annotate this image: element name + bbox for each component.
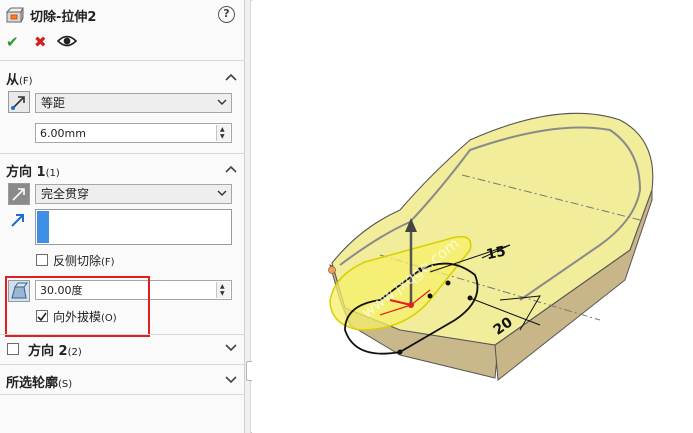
direction-selection-box[interactable]: [35, 209, 232, 245]
property-manager-panel: 切除-拉伸2 ? ✔ ✖ 从(F) 等距 6.00mm ▲ ▼ 方向 1(1) 完…: [0, 0, 245, 433]
spin-buttons[interactable]: ▲ ▼: [216, 282, 230, 298]
cut-extrude-icon: [6, 7, 24, 23]
chevron-up-icon[interactable]: [225, 163, 237, 175]
chevron-down-icon[interactable]: [225, 342, 237, 354]
separator: [0, 60, 245, 61]
feature-title: 切除-拉伸2: [30, 10, 97, 25]
model-view[interactable]: 15 20 www.jxqge.com: [252, 0, 693, 433]
end-condition-value: 完全贯穿: [41, 187, 90, 201]
reverse-direction-icon[interactable]: [8, 183, 30, 205]
sketch-point: [445, 280, 451, 286]
chevron-down-icon: [217, 99, 227, 105]
graphics-viewport[interactable]: 15 20 www.jxqge.com: [252, 0, 693, 433]
direction2-checkbox[interactable]: [7, 343, 19, 355]
help-button[interactable]: ?: [218, 6, 235, 23]
sketch-point: [427, 293, 433, 299]
start-condition-value: 等距: [41, 96, 66, 110]
cancel-button[interactable]: ✖: [34, 33, 47, 51]
offset-distance-input[interactable]: 6.00mm ▲ ▼: [35, 123, 232, 143]
start-condition-dropdown[interactable]: 等距: [35, 93, 232, 113]
end-condition-dropdown[interactable]: 完全贯穿: [35, 184, 232, 204]
chevron-up-icon[interactable]: [225, 71, 237, 83]
close-icon: ✖: [34, 33, 47, 51]
direction2-section-title[interactable]: 方向 2(2): [28, 340, 82, 359]
triad-origin: [408, 302, 414, 308]
separator: [0, 364, 245, 365]
separator: [0, 153, 245, 154]
highlight-annotation-box: [5, 276, 150, 337]
from-direction-icon[interactable]: [8, 91, 30, 113]
direction1-section-title[interactable]: 方向 1(1): [6, 161, 60, 180]
check-icon: ✔: [6, 33, 19, 51]
spin-buttons[interactable]: ▲ ▼: [216, 125, 230, 141]
origin-point: [328, 266, 336, 274]
direction-vector-icon: [11, 214, 24, 227]
ok-button[interactable]: ✔: [6, 33, 19, 51]
offset-distance-value: 6.00mm: [40, 127, 86, 140]
flip-side-checkbox[interactable]: [36, 254, 48, 266]
eye-icon[interactable]: [57, 33, 77, 49]
separator: [0, 334, 245, 335]
selected-contours-section-title[interactable]: 所选轮廓(S): [6, 372, 72, 391]
chevron-down-icon: [217, 190, 227, 196]
from-section-title[interactable]: 从(F): [6, 69, 33, 88]
sketch-point: [397, 349, 403, 355]
separator: [0, 394, 245, 395]
selection-highlight: [37, 211, 49, 243]
flip-side-label: 反侧切除(F): [53, 254, 115, 268]
chevron-down-icon[interactable]: [225, 374, 237, 386]
